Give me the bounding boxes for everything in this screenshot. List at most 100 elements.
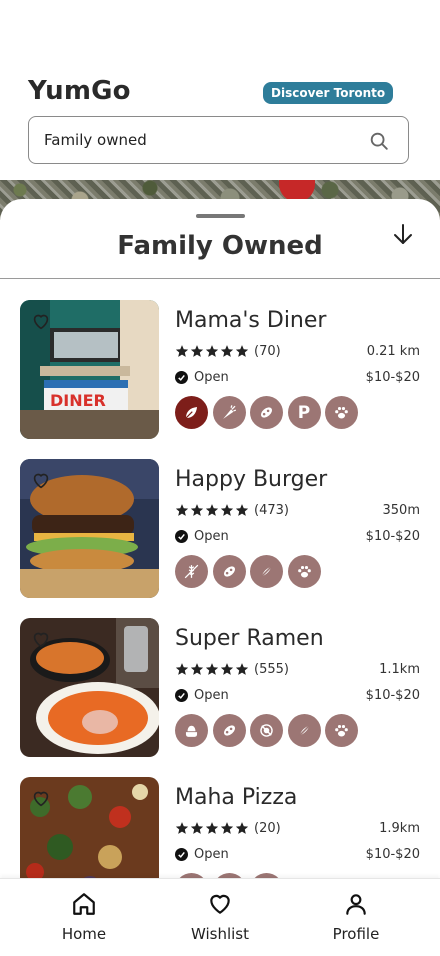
- price-range: $10-$20: [365, 370, 420, 385]
- distance: 1.1km: [379, 662, 420, 677]
- restaurant-name[interactable]: Mama's Diner: [175, 308, 326, 333]
- results-sheet: Family Owned DINER Mama's Diner (70) 0.2…: [0, 199, 440, 956]
- paw-icon[interactable]: [325, 396, 358, 429]
- open-status: Open: [175, 370, 229, 385]
- distance: 350m: [382, 503, 420, 518]
- nav-wishlist[interactable]: Wishlist: [165, 879, 275, 956]
- open-status: Open: [175, 529, 229, 544]
- star-icon: [205, 504, 219, 516]
- restaurant-name[interactable]: Super Ramen: [175, 626, 324, 651]
- star-icon: [235, 663, 249, 675]
- soy-icon[interactable]: [212, 714, 246, 747]
- open-status-label: Open: [194, 847, 229, 862]
- divider: [0, 278, 440, 279]
- rating-stars: (555): [175, 661, 289, 677]
- price-range: $10-$20: [365, 688, 420, 703]
- star-icon: [220, 504, 234, 516]
- gluten-free-icon[interactable]: [175, 555, 208, 588]
- clock-icon: [175, 371, 188, 384]
- restaurant-photo: DINER: [20, 300, 159, 439]
- paw-icon[interactable]: [325, 714, 358, 747]
- restaurant-card[interactable]: DINER Mama's Diner (70) 0.21 km Open $10…: [20, 300, 420, 440]
- clock-icon: [175, 530, 188, 543]
- search-icon[interactable]: [368, 130, 390, 152]
- heart-icon[interactable]: [30, 787, 52, 809]
- parking-icon[interactable]: P: [287, 396, 321, 429]
- star-icon: [220, 822, 234, 834]
- feature-tags: [175, 555, 325, 588]
- star-icon: [205, 345, 219, 357]
- open-status-label: Open: [194, 370, 229, 385]
- review-count: (20): [254, 820, 281, 836]
- rating-stars: (473): [175, 502, 289, 518]
- sheet-title: Family Owned: [117, 231, 323, 261]
- nav-profile[interactable]: Profile: [301, 879, 411, 956]
- search-input[interactable]: Family owned: [28, 116, 409, 164]
- restaurant-card[interactable]: Super Ramen (555) 1.1km Open $10-$20: [20, 618, 420, 758]
- star-icon: [235, 345, 249, 357]
- star-icon: [205, 663, 219, 675]
- heart-icon[interactable]: [30, 628, 52, 650]
- review-count: (70): [254, 343, 281, 359]
- feature-tags: [175, 714, 363, 747]
- drag-handle[interactable]: [196, 214, 245, 218]
- home-icon: [73, 893, 95, 915]
- restaurant-name[interactable]: Maha Pizza: [175, 785, 297, 810]
- app-header: YumGo Discover Toronto Family owned: [0, 0, 440, 180]
- clock-icon: [175, 689, 188, 702]
- price-range: $10-$20: [365, 529, 420, 544]
- nav-wishlist-label: Wishlist: [190, 925, 250, 943]
- star-icon: [190, 822, 204, 834]
- star-icon: [235, 822, 249, 834]
- star-icon: [220, 345, 234, 357]
- star-icon: [190, 663, 204, 675]
- no-dairy-icon[interactable]: [287, 714, 321, 747]
- paw-icon[interactable]: [287, 555, 321, 588]
- rating-stars: (70): [175, 343, 281, 359]
- star-icon: [190, 504, 204, 516]
- review-count: (555): [254, 661, 289, 677]
- distance: 1.9km: [379, 821, 420, 836]
- star-icon: [175, 345, 189, 357]
- restaurant-name[interactable]: Happy Burger: [175, 467, 327, 492]
- bottom-nav: Home Wishlist Profile: [0, 878, 440, 956]
- rating-stars: (20): [175, 820, 281, 836]
- arrow-down-icon[interactable]: [391, 222, 415, 246]
- soy-icon[interactable]: [250, 396, 283, 429]
- distance: 0.21 km: [366, 344, 420, 359]
- price-range: $10-$20: [365, 847, 420, 862]
- search-value[interactable]: Family owned: [44, 131, 147, 149]
- open-status-label: Open: [194, 529, 229, 544]
- star-icon: [175, 504, 189, 516]
- star-icon: [205, 822, 219, 834]
- heart-icon[interactable]: [30, 469, 52, 491]
- restaurant-card[interactable]: Happy Burger (473) 350m Open $10-$20: [20, 459, 420, 599]
- nav-profile-label: Profile: [332, 925, 380, 943]
- open-status: Open: [175, 688, 229, 703]
- city-badge[interactable]: Discover Toronto: [263, 82, 394, 104]
- heart-icon: [210, 894, 230, 914]
- halal-icon[interactable]: [175, 714, 208, 747]
- nav-home-label: Home: [61, 925, 107, 943]
- soy-icon[interactable]: [212, 555, 246, 588]
- star-icon: [235, 504, 249, 516]
- carrot-icon[interactable]: [212, 396, 246, 429]
- open-status: Open: [175, 847, 229, 862]
- app-title: YumGo: [28, 76, 131, 106]
- star-icon: [175, 663, 189, 675]
- restaurant-photo: [20, 618, 159, 757]
- no-dairy-icon[interactable]: [250, 555, 283, 588]
- leaf-icon[interactable]: [175, 396, 208, 429]
- clock-icon: [175, 848, 188, 861]
- no-nuts-icon[interactable]: [250, 714, 283, 747]
- star-icon: [190, 345, 204, 357]
- user-icon: [346, 894, 366, 915]
- star-icon: [220, 663, 234, 675]
- review-count: (473): [254, 502, 289, 518]
- nav-home[interactable]: Home: [29, 879, 139, 956]
- open-status-label: Open: [194, 688, 229, 703]
- svg-text:DINER: DINER: [50, 391, 106, 410]
- star-icon: [175, 822, 189, 834]
- heart-icon[interactable]: [30, 310, 52, 332]
- feature-tags: P: [175, 396, 363, 429]
